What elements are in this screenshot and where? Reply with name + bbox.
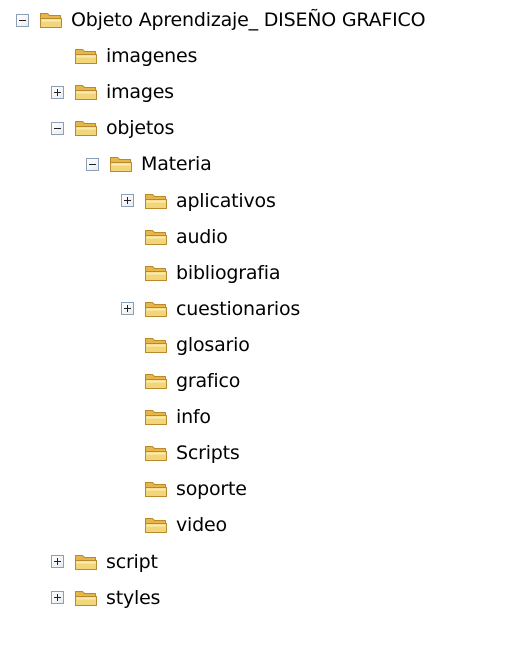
folder-icon — [145, 446, 167, 462]
tree-node-video[interactable]: video — [121, 507, 228, 543]
tree-node-label[interactable]: aplicativos — [175, 190, 277, 212]
tree-node-label[interactable]: imagenes — [105, 45, 198, 67]
tree-node-imagenes[interactable]: imagenes — [51, 38, 198, 74]
folder-icon — [145, 410, 167, 426]
tree-node-materia[interactable]: Materia — [86, 146, 213, 182]
expand-icon[interactable] — [51, 555, 64, 568]
collapse-icon[interactable] — [16, 13, 29, 27]
expand-icon[interactable] — [121, 302, 134, 316]
folder-icon — [75, 554, 97, 570]
tree-node-aplicativos[interactable]: aplicativos — [121, 183, 277, 219]
tree-node-glosario[interactable]: glosario — [121, 327, 251, 363]
tree-node-styles[interactable]: styles — [51, 580, 161, 616]
folder-icon — [145, 374, 167, 389]
expand-icon[interactable] — [121, 194, 134, 207]
folder-icon — [145, 193, 167, 209]
tree-node-bibliografia[interactable]: bibliografia — [121, 255, 281, 291]
tree-node-label[interactable]: info — [175, 406, 212, 428]
tree-node-objetos[interactable]: objetos — [51, 110, 175, 146]
collapse-icon[interactable] — [51, 121, 64, 135]
tree-node-objeto-aprendizaje-diseno-grafico[interactable]: Objeto Aprendizaje_ DISEÑO GRAFICO — [16, 2, 426, 38]
tree-node-label[interactable]: bibliografia — [175, 262, 281, 284]
tree-node-scripts[interactable]: Scripts — [121, 435, 241, 471]
folder-icon — [75, 590, 97, 606]
folder-icon — [40, 13, 62, 28]
tree-node-label[interactable]: cuestionarios — [175, 298, 301, 320]
tree-node-info[interactable]: info — [121, 399, 212, 435]
tree-node-grafico[interactable]: grafico — [121, 363, 241, 399]
folder-icon — [75, 49, 97, 65]
folder-icon — [75, 121, 97, 137]
folder-icon — [145, 229, 167, 245]
tree-node-soporte[interactable]: soporte — [121, 471, 248, 507]
tree-node-label[interactable]: images — [105, 81, 175, 103]
tree-node-label[interactable]: objetos — [105, 117, 175, 139]
tree-node-label[interactable]: styles — [105, 587, 161, 609]
folder-icon — [110, 157, 132, 173]
folder-icon — [145, 265, 167, 281]
collapse-icon[interactable] — [86, 157, 99, 171]
tree-node-label[interactable]: script — [105, 551, 159, 573]
tree-node-label[interactable]: video — [175, 514, 228, 536]
tree-node-images[interactable]: images — [51, 74, 175, 110]
tree-node-label[interactable]: Objeto Aprendizaje_ DISEÑO GRAFICO — [70, 9, 426, 31]
tree-node-label[interactable]: soporte — [175, 478, 248, 500]
tree-node-script[interactable]: script — [51, 544, 159, 580]
tree-node-label[interactable]: Materia — [140, 153, 213, 175]
folder-icon — [145, 337, 167, 353]
expand-icon[interactable] — [51, 85, 64, 99]
folder-icon — [145, 482, 167, 498]
folder-icon — [75, 85, 97, 101]
tree-node-cuestionarios[interactable]: cuestionarios — [121, 291, 301, 327]
tree-node-label[interactable]: glosario — [175, 334, 251, 356]
tree-node-label[interactable]: grafico — [175, 370, 241, 392]
tree-node-audio[interactable]: audio — [121, 219, 229, 255]
tree-node-label[interactable]: audio — [175, 226, 229, 248]
tree-node-label[interactable]: Scripts — [175, 442, 241, 464]
folder-icon — [145, 301, 167, 317]
folder-icon — [145, 518, 167, 534]
expand-icon[interactable] — [51, 591, 64, 605]
